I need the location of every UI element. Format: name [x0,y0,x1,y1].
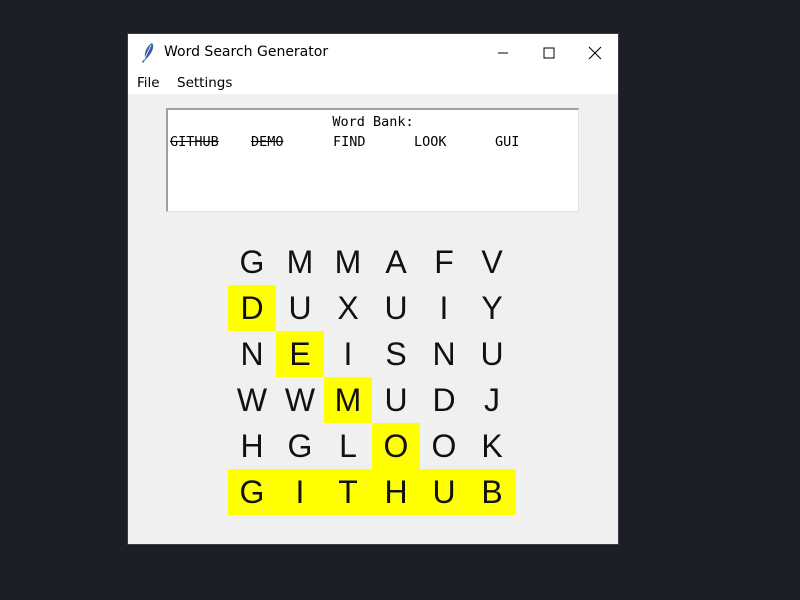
grid-cell[interactable]: W [276,377,324,423]
menu-settings[interactable]: Settings [177,75,232,91]
grid-cell[interactable]: S [372,331,420,377]
menu-file[interactable]: File [137,75,160,91]
grid-cell[interactable]: I [420,285,468,331]
grid-cell[interactable]: E [276,331,324,377]
grid-cell[interactable]: U [372,285,420,331]
maximize-button[interactable] [526,34,572,72]
title-bar[interactable]: Word Search Generator [128,34,618,72]
grid-cell[interactable]: Y [468,285,516,331]
grid-cell[interactable]: V [468,239,516,285]
window-title: Word Search Generator [164,44,329,60]
word-bank-word: DEMO [251,134,284,150]
word-bank-word: GITHUB [170,134,219,150]
close-button[interactable] [572,34,618,72]
word-bank-title: Word Bank: [332,114,414,130]
grid-cell[interactable]: B [468,469,516,515]
grid-cell[interactable]: U [420,469,468,515]
grid-cell[interactable]: A [372,239,420,285]
app-window: Word Search Generator File Settings Word… [128,34,618,544]
maximize-icon [543,47,555,59]
grid-cell[interactable]: K [468,423,516,469]
letter-grid: GMMAFVDUXUIYNEISNUWWMUDJHGLOOKGITHUB [228,239,516,515]
grid-cell[interactable]: D [420,377,468,423]
word-bank-word: GUI [495,134,520,150]
grid-cell[interactable]: H [228,423,276,469]
grid-cell[interactable]: F [420,239,468,285]
grid-cell[interactable]: U [276,285,324,331]
minimize-button[interactable] [480,34,526,72]
close-icon [588,46,602,60]
grid-cell[interactable]: M [276,239,324,285]
word-bank-word: FIND [333,134,366,150]
grid-cell[interactable]: U [372,377,420,423]
grid-cell[interactable]: D [228,285,276,331]
grid-cell[interactable]: U [468,331,516,377]
grid-cell[interactable]: L [324,423,372,469]
grid-cell[interactable]: W [228,377,276,423]
feather-icon [142,43,154,63]
grid-cell[interactable]: I [276,469,324,515]
grid-cell[interactable]: O [420,423,468,469]
grid-cell[interactable]: G [276,423,324,469]
grid-cell[interactable]: M [324,377,372,423]
menu-bar: File Settings [128,72,618,94]
minimize-icon [498,52,508,54]
grid-cell[interactable]: N [228,331,276,377]
word-bank: Word Bank: GITHUB DEMO FIND LOOK GUI [166,108,579,212]
grid-cell[interactable]: I [324,331,372,377]
grid-cell[interactable]: M [324,239,372,285]
grid-cell[interactable]: X [324,285,372,331]
grid-cell[interactable]: H [372,469,420,515]
grid-cell[interactable]: G [228,469,276,515]
grid-cell[interactable]: N [420,331,468,377]
word-bank-word: LOOK [414,134,447,150]
grid-cell[interactable]: J [468,377,516,423]
grid-cell[interactable]: O [372,423,420,469]
grid-cell[interactable]: T [324,469,372,515]
grid-cell[interactable]: G [228,239,276,285]
